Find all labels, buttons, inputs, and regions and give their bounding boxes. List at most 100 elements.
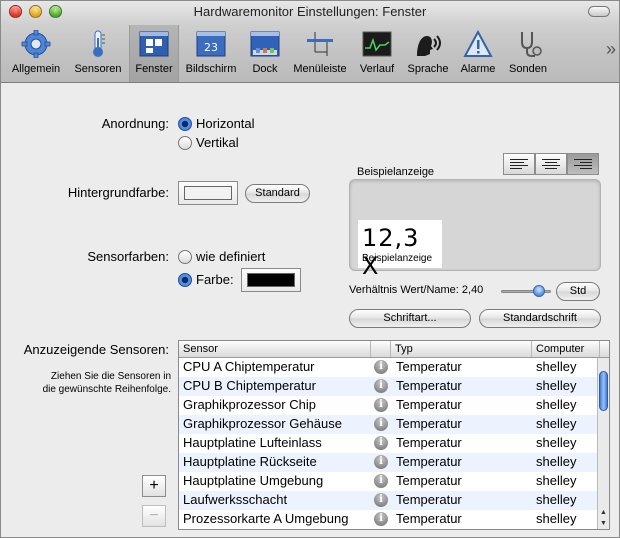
toolbar-item-sprache[interactable]: Sprache — [403, 25, 453, 82]
toolbar-item-sonden[interactable]: Sonden — [503, 25, 553, 82]
table-row[interactable]: Hauptplatine Rückseite i Temperatur shelley — [179, 453, 599, 472]
sensor-color-well[interactable] — [241, 268, 301, 292]
remove-sensor-button[interactable]: − — [142, 505, 166, 527]
cell-sensor: Laufwerksschacht — [183, 492, 288, 507]
standard-color-button[interactable]: Standard — [245, 184, 310, 203]
toolbar-toggle-button[interactable] — [588, 6, 610, 17]
toolbar-item-allgemein[interactable]: Allgemein — [5, 25, 67, 82]
background-color-well[interactable] — [178, 181, 238, 205]
cell-typ: Temperatur — [396, 359, 462, 374]
column-header-sensor[interactable]: Sensor — [179, 341, 371, 357]
scrollbar-thumb[interactable] — [599, 371, 608, 411]
cell-sensor: Hauptplatine Umgebung — [183, 473, 324, 488]
toolbar-label: Sonden — [509, 63, 547, 75]
info-icon[interactable]: i — [374, 436, 388, 450]
speech-icon — [417, 35, 441, 56]
cell-typ: Temperatur — [396, 435, 462, 450]
toolbar-label: Dock — [252, 63, 278, 75]
cell-typ: Temperatur — [396, 416, 462, 431]
farbe-radio[interactable] — [178, 273, 192, 287]
preview-tile: 12,3 X Beispielanzeige — [358, 220, 442, 280]
table-row[interactable]: Hauptplatine Lufteinlass i Temperatur shell… — [179, 434, 599, 453]
info-icon[interactable]: i — [374, 417, 388, 431]
toolbar-overflow-button[interactable]: » — [606, 39, 616, 60]
window-icon — [139, 31, 169, 57]
wie-definiert-label[interactable]: wie definiert — [196, 249, 265, 264]
info-icon[interactable]: i — [374, 493, 388, 507]
cell-computer: shelley — [536, 359, 577, 374]
preview-value: 12,3 X — [362, 224, 420, 280]
vertikal-radio-label[interactable]: Vertikal — [196, 135, 239, 150]
window-title: Hardwaremonitor Einstellungen: Fenster — [193, 4, 427, 19]
sensors-table: Sensor Typ Computer CPU A Chiptemperatur… — [178, 340, 610, 530]
cell-sensor: CPU B Chiptemperatur — [183, 378, 316, 393]
std-button[interactable]: Std — [556, 282, 600, 301]
toolbar-label: Sprache — [407, 63, 449, 75]
toolbar-label: Alarme — [460, 63, 496, 75]
align-left-button[interactable] — [503, 153, 535, 175]
table-row[interactable]: CPU A Chiptemperatur i Temperatur shelley — [179, 358, 599, 377]
table-row[interactable]: Hauptplatine Umgebung i Temperatur shelley — [179, 472, 599, 491]
cell-typ: Temperatur — [396, 397, 462, 412]
horizontal-radio[interactable] — [178, 117, 192, 131]
scroll-up-arrow[interactable]: ▲ — [600, 509, 607, 516]
preview-heading: Beispielanzeige — [357, 166, 435, 178]
toolbar-item-sensoren[interactable]: Sensoren — [69, 25, 127, 82]
align-right-button[interactable] — [567, 153, 599, 175]
info-icon[interactable]: i — [374, 379, 388, 393]
cell-computer: shelley — [536, 435, 577, 450]
info-icon[interactable]: i — [374, 474, 388, 488]
toolbar-item-dock[interactable]: Dock — [243, 25, 287, 82]
toolbar-item-menueleiste[interactable]: Menüleiste — [289, 25, 351, 82]
table-row[interactable]: Graphikprozessor Chip i Temperatur shelley — [179, 396, 599, 415]
preferences-window: Hardwaremonitor Einstellungen: Fenster A… — [0, 0, 620, 538]
cell-sensor: CPU A Chiptemperatur — [183, 359, 315, 374]
background-color-swatch — [184, 186, 232, 200]
font-button[interactable]: Schriftart... — [349, 309, 471, 328]
cell-sensor: Prozessorkarte A Umgebung — [183, 511, 349, 526]
wie-definiert-radio[interactable] — [178, 250, 192, 264]
align-center-button[interactable] — [535, 153, 567, 175]
ratio-label: Verhältnis Wert/Name: 2,40 — [349, 284, 484, 296]
table-scrollbar[interactable]: ▲ ▼ — [597, 358, 609, 529]
horizontal-radio-label[interactable]: Horizontal — [196, 116, 255, 131]
toolbar-item-fenster[interactable]: Fenster — [129, 25, 179, 82]
sensor-color-swatch — [247, 273, 295, 287]
dock-icon — [250, 31, 280, 57]
column-header-computer[interactable]: Computer — [532, 341, 600, 357]
table-row[interactable]: Prozessorkarte A Umgebung i Temperatur shel… — [179, 510, 599, 529]
cell-typ: Temperatur — [396, 378, 462, 393]
table-row[interactable]: CPU B Chiptemperatur i Temperatur shelley — [179, 377, 599, 396]
cell-typ: Temperatur — [396, 454, 462, 469]
toolbar-item-alarme[interactable]: Alarme — [455, 25, 501, 82]
info-icon[interactable]: i — [374, 398, 388, 412]
cell-computer: shelley — [536, 492, 577, 507]
info-icon[interactable]: i — [374, 360, 388, 374]
cell-sensor: Graphikprozessor Gehäuse — [183, 416, 342, 431]
cell-computer: shelley — [536, 473, 577, 488]
cell-computer: shelley — [536, 416, 577, 431]
table-header: Sensor Typ Computer — [179, 341, 609, 358]
toolbar-label: Bildschirm — [185, 63, 237, 75]
table-row[interactable]: Graphikprozessor Gehäuse i Temperatur shell… — [179, 415, 599, 434]
gear-icon — [21, 30, 51, 58]
info-icon[interactable]: i — [374, 512, 388, 526]
cell-computer: shelley — [536, 454, 577, 469]
default-font-button[interactable]: Standardschrift — [479, 309, 601, 328]
stethoscope-icon — [521, 32, 542, 57]
toolbar-label: Menüleiste — [293, 63, 347, 75]
preferences-toolbar: Allgemein Sensoren Fenster 23 Bildschirm… — [1, 25, 619, 82]
add-sensor-button[interactable]: + — [142, 475, 166, 497]
table-row[interactable]: Laufwerksschacht i Temperatur shelley — [179, 491, 599, 510]
graph-icon — [362, 31, 392, 57]
info-icon[interactable]: i — [374, 455, 388, 469]
farbe-label[interactable]: Farbe: — [196, 272, 234, 287]
toolbar-label: Sensoren — [74, 63, 122, 75]
scroll-down-arrow[interactable]: ▼ — [600, 520, 607, 527]
cell-sensor: Hauptplatine Rückseite — [183, 454, 317, 469]
vertikal-radio[interactable] — [178, 136, 192, 150]
toolbar-item-verlauf[interactable]: Verlauf — [353, 25, 401, 82]
ratio-slider-knob[interactable] — [533, 285, 545, 297]
toolbar-item-bildschirm[interactable]: 23 Bildschirm — [181, 25, 241, 82]
column-header-typ[interactable]: Typ — [391, 341, 532, 357]
